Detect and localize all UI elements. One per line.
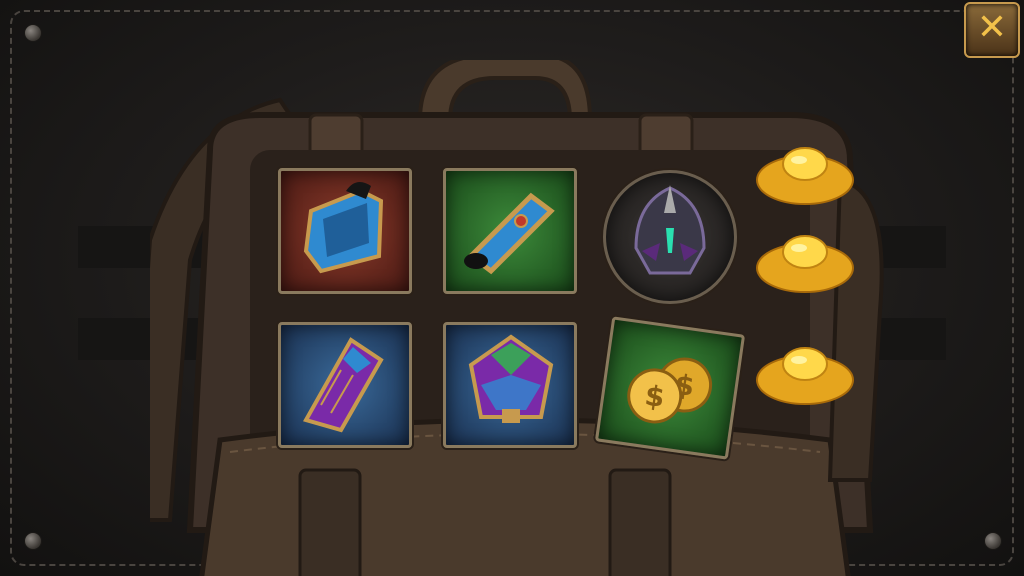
gold-ingot-icon[interactable] xyxy=(755,140,855,210)
inventory-slot-2[interactable] xyxy=(443,168,577,294)
rivet-top-left xyxy=(24,24,42,42)
purple-shoulder-armor-icon xyxy=(303,337,384,433)
inventory-slot-6[interactable]: $ $ xyxy=(594,316,746,460)
inventory-slot-4[interactable] xyxy=(278,322,412,448)
inventory-slot-3[interactable] xyxy=(603,170,737,304)
gold-ingot-icon[interactable] xyxy=(755,228,855,298)
gold-ingot-icon[interactable] xyxy=(755,340,855,410)
blue-gauntlet-icon xyxy=(464,192,555,275)
rivet-bottom-right xyxy=(984,532,1002,550)
inventory-slot-1[interactable] xyxy=(278,168,412,294)
gold-coins-icon: $ $ xyxy=(627,357,713,424)
rivet-bottom-left xyxy=(24,532,42,550)
backpack-illustration xyxy=(150,60,884,576)
dark-helmet-icon xyxy=(634,185,706,275)
blue-bracer-armor-icon xyxy=(303,182,384,274)
purple-chest-armor-icon xyxy=(468,334,554,423)
inventory-panel: $ $ ✕ xyxy=(0,0,1024,576)
inventory-slot-5[interactable] xyxy=(443,322,577,448)
close-icon: ✕ xyxy=(976,7,1008,48)
close-button[interactable]: ✕ xyxy=(964,2,1020,58)
